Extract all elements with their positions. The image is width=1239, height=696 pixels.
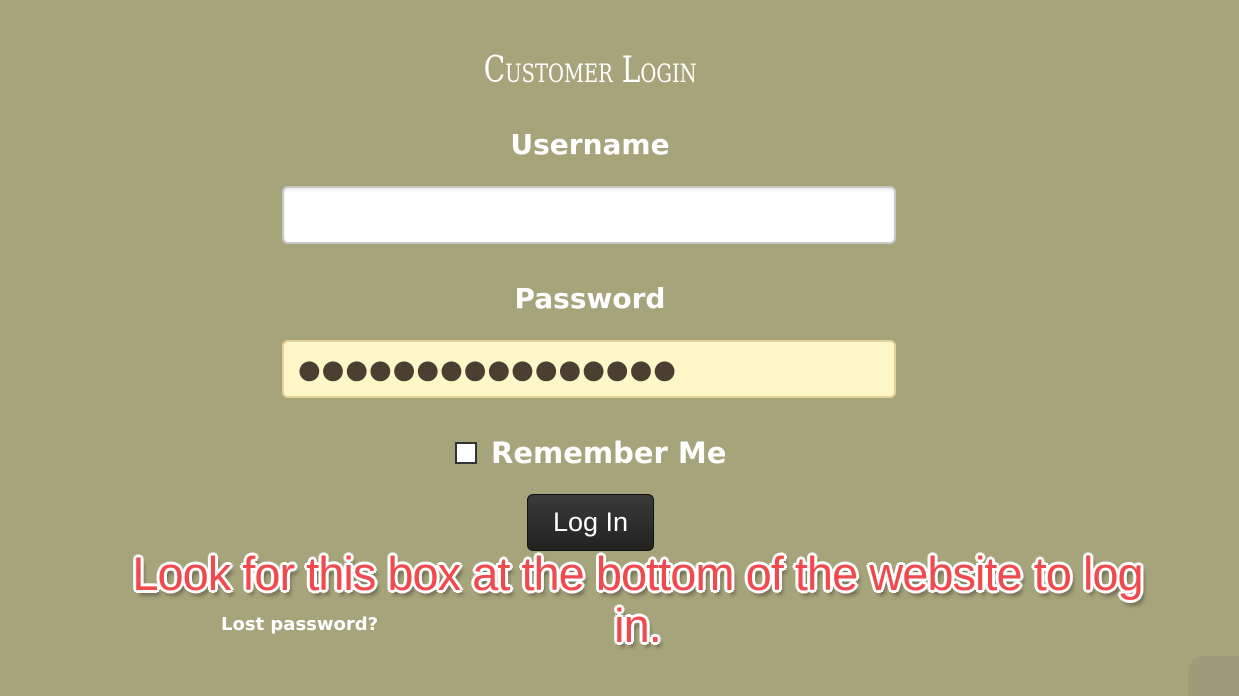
password-label: Password <box>514 282 666 315</box>
remember-me-row: Remember Me <box>455 436 726 470</box>
username-label: Username <box>510 128 670 161</box>
corner-widget <box>1188 656 1239 696</box>
password-input[interactable]: ●●●●●●●●●●●●●●●● <box>282 340 896 398</box>
remember-me-label[interactable]: Remember Me <box>491 436 726 470</box>
username-input[interactable] <box>282 186 896 244</box>
annotation-callout: Look for this box at the bottom of the w… <box>132 547 1143 652</box>
login-title: Customer Login <box>483 50 697 91</box>
remember-me-checkbox[interactable] <box>455 442 477 464</box>
password-masked-value: ●●●●●●●●●●●●●●●● <box>298 355 677 385</box>
log-in-button[interactable]: Log In <box>527 494 654 551</box>
